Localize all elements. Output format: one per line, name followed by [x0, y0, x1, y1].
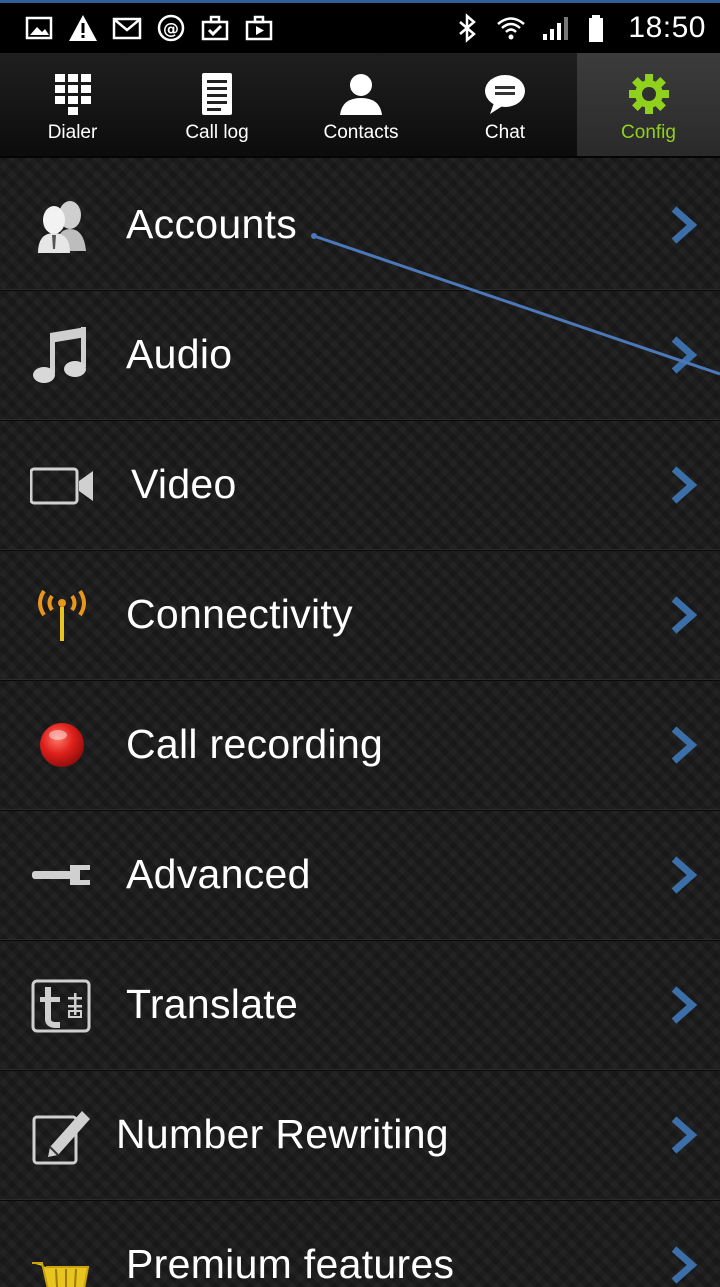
tab-chat[interactable]: Chat — [433, 53, 577, 156]
chevron-right-icon — [671, 595, 698, 634]
menu-item-label: Video — [131, 461, 237, 507]
person-icon — [340, 74, 382, 115]
menu-item-translate[interactable]: Translate — [0, 940, 720, 1070]
tab-label: Call log — [185, 122, 249, 143]
menu-item-accounts[interactable]: Accounts — [0, 160, 720, 290]
briefcase-check-icon — [201, 15, 229, 41]
menu-item-label: Call recording — [126, 721, 384, 767]
chat-bubble-icon — [485, 75, 525, 114]
menu-item-label: Premium features — [126, 1241, 455, 1287]
gear-icon — [628, 74, 669, 114]
menu-item-label: Connectivity — [126, 591, 353, 637]
menu-item-label: Audio — [126, 331, 233, 377]
status-bar: @ 18:50 — [0, 3, 720, 53]
chevron-right-icon — [671, 985, 698, 1024]
screen: @ 18:50 Dialer Call log Contacts Chat Co… — [0, 0, 720, 1287]
cart-icon — [30, 1233, 94, 1287]
menu-item-label: Accounts — [126, 201, 298, 247]
tab-label: Chat — [484, 122, 526, 143]
tab-bar: Dialer Call log Contacts Chat Config — [0, 53, 720, 158]
menu-item-video[interactable]: Video — [0, 420, 720, 550]
edit-icon — [30, 1103, 94, 1167]
antenna-icon — [30, 583, 94, 647]
wrench-icon — [30, 843, 94, 907]
at-icon: @ — [157, 14, 185, 42]
chevron-right-icon — [671, 1245, 698, 1284]
menu-item-call-recording[interactable]: Call recording — [0, 680, 720, 810]
menu-item-premium-features[interactable]: Premium features — [0, 1200, 720, 1287]
tab-label: Dialer — [47, 122, 98, 143]
svg-text:@: @ — [163, 19, 179, 38]
video-camera-icon — [30, 453, 94, 517]
menu-item-connectivity[interactable]: Connectivity — [0, 550, 720, 680]
dialpad-icon — [54, 74, 91, 115]
mail-icon — [112, 17, 142, 40]
menu-item-advanced[interactable]: Advanced — [0, 810, 720, 940]
chevron-right-icon — [671, 855, 698, 894]
list-icon — [202, 73, 232, 115]
signal-icon — [543, 17, 569, 40]
battery-icon — [589, 15, 604, 42]
menu-item-label: Advanced — [126, 851, 311, 897]
briefcase-play-icon — [245, 15, 273, 41]
wifi-icon — [497, 17, 526, 40]
tab-dialer[interactable]: Dialer — [0, 53, 145, 156]
clock: 18:50 — [628, 11, 706, 44]
menu-item-label: Translate — [126, 981, 299, 1027]
bluetooth-icon — [459, 13, 477, 43]
tab-label: Contacts — [323, 122, 399, 143]
tab-config[interactable]: Config — [577, 53, 720, 156]
record-icon — [30, 713, 94, 777]
tab-label: Config — [621, 122, 676, 143]
tab-contacts[interactable]: Contacts — [289, 53, 433, 156]
gallery-icon — [25, 16, 53, 40]
chevron-right-icon — [671, 1115, 698, 1154]
translate-icon — [30, 973, 94, 1037]
tab-call-log[interactable]: Call log — [145, 53, 289, 156]
menu-item-label: Number Rewriting — [116, 1111, 449, 1157]
warning-icon — [69, 15, 97, 41]
chevron-right-icon — [671, 335, 698, 374]
chevron-right-icon — [671, 465, 698, 504]
config-menu-list: Accounts Audio Video Connectivity Call r… — [0, 160, 720, 1287]
music-note-icon — [30, 323, 94, 387]
chevron-right-icon — [671, 205, 698, 244]
accounts-icon — [30, 193, 94, 257]
menu-item-audio[interactable]: Audio — [0, 290, 720, 420]
menu-item-number-rewriting[interactable]: Number Rewriting — [0, 1070, 720, 1200]
chevron-right-icon — [671, 725, 698, 764]
